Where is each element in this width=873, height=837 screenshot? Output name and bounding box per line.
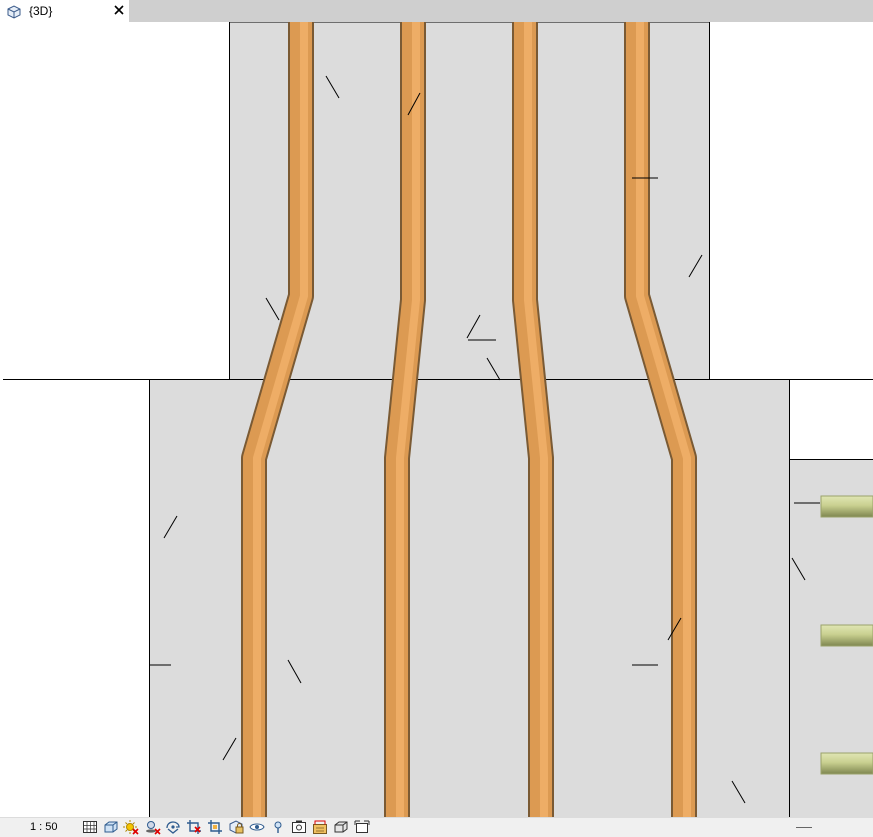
highlight-displacement-icon[interactable] [312, 819, 328, 835]
tab-title: {3D} [29, 4, 53, 18]
lock-3d-view-icon[interactable] [228, 819, 244, 835]
analytical-model-icon[interactable] [291, 819, 307, 835]
green-pipe-stub-2[interactable] [820, 624, 873, 647]
close-icon[interactable] [113, 3, 125, 17]
view-tab-bar: {3D} [0, 0, 873, 22]
crop-view-icon[interactable] [186, 819, 202, 835]
detail-level-icon[interactable] [82, 819, 98, 835]
view-control-bar: 1 : 50 [0, 817, 873, 837]
temporary-hide-icon[interactable] [249, 819, 265, 835]
reveal-constraints-icon[interactable] [333, 819, 349, 835]
reveal-hidden-icon[interactable] [270, 819, 286, 835]
minimize-bar-icon[interactable] [796, 827, 812, 828]
hide-crop-icon[interactable] [207, 819, 223, 835]
3d-view-icon [7, 5, 21, 19]
scale-selector[interactable]: 1 : 50 [30, 821, 58, 833]
sun-path-icon[interactable] [123, 819, 139, 835]
rendering-icon[interactable] [165, 819, 181, 835]
worksharing-display-icon[interactable] [354, 819, 370, 835]
3d-model-viewport[interactable] [0, 22, 873, 817]
visual-style-icon[interactable] [103, 819, 119, 835]
shadows-off-icon[interactable] [145, 819, 161, 835]
green-pipe-stub-3[interactable] [820, 752, 873, 775]
green-pipe-stub-1[interactable] [820, 495, 873, 518]
tab-3d-view[interactable]: {3D} [0, 0, 129, 22]
